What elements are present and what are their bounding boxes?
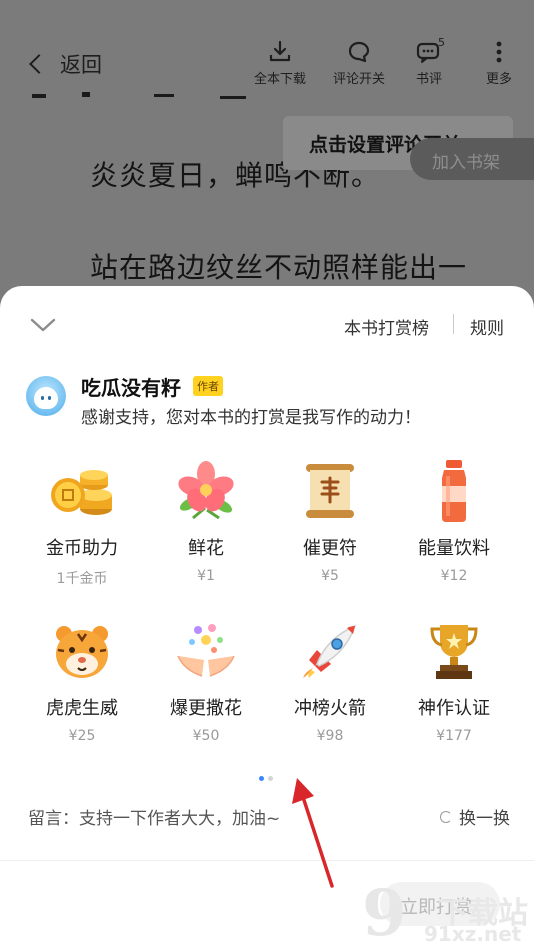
reward-sheet: 本书打赏榜 规则 吃瓜没有籽 作者 感谢支持，您对本书的打赏是我写作的动力！ 金… <box>0 286 534 950</box>
author-card: 吃瓜没有籽 作者 感谢支持，您对本书的打赏是我写作的动力！ <box>26 372 516 432</box>
reader-toolbar: 返回 全本下载 评论开关 5 书评 更多 <box>0 0 534 100</box>
swap-message-button[interactable]: 换一换 <box>440 804 510 829</box>
book-review-icon <box>398 38 460 66</box>
chapter-paragraph: 站在路边纹丝不动照样能出一 <box>90 251 468 284</box>
comment-toggle-button[interactable]: 评论开关 <box>328 38 390 87</box>
book-review-button[interactable]: 5 书评 <box>398 36 460 87</box>
clipped-text-fragment <box>32 92 246 99</box>
gift-name: 催更符 <box>303 538 357 559</box>
gift-tiger[interactable]: 虎虎生威 ¥25 <box>20 616 144 744</box>
back-button[interactable]: 返回 <box>26 48 102 80</box>
gift-energy-drink[interactable]: 能量饮料 ¥12 <box>392 456 516 584</box>
author-message: 感谢支持，您对本书的打赏是我写作的动力！ <box>81 408 421 428</box>
trophy-icon <box>419 616 489 686</box>
watermark-mark: 9 <box>362 876 407 950</box>
gift-price: ¥1 <box>197 568 215 584</box>
flower-icon <box>171 456 241 526</box>
gift-rocket[interactable]: 冲榜火箭 ¥98 <box>268 616 392 744</box>
scroll-talisman-icon <box>295 456 365 526</box>
gift-price: ¥12 <box>440 568 468 584</box>
more-label: 更多 <box>485 72 512 87</box>
book-review-label: 书评 <box>415 72 442 87</box>
chevron-left-icon <box>29 54 49 74</box>
confetti-hands-icon <box>171 616 241 686</box>
comment-toggle-icon <box>328 38 390 66</box>
gold-coins-icon <box>47 456 117 526</box>
gift-name: 虎虎生威 <box>46 698 118 719</box>
comment-toggle-label: 评论开关 <box>332 72 385 87</box>
reward-ranking-link[interactable]: 本书打赏榜 <box>344 314 429 339</box>
gift-flower[interactable]: 鲜花 ¥1 <box>144 456 268 584</box>
gift-name: 金币助力 <box>46 538 118 559</box>
reader-background: 返回 全本下载 评论开关 5 书评 更多 炎炎夏日，蝉鸣不断。 站在路边纹丝不动… <box>0 0 534 300</box>
more-icon <box>468 38 530 66</box>
gift-confetti[interactable]: 爆更撒花 ¥50 <box>144 616 268 744</box>
gift-name: 神作认证 <box>418 698 490 719</box>
page-dot-active <box>259 776 264 781</box>
more-button[interactable]: 更多 <box>468 38 530 87</box>
gift-price: ¥98 <box>316 728 344 744</box>
gift-scroll[interactable]: 催更符 ¥5 <box>268 456 392 584</box>
gift-price: ¥177 <box>436 728 472 744</box>
watermark-domain: 91xz.net <box>424 922 522 946</box>
energy-drink-icon <box>419 456 489 526</box>
rules-link[interactable]: 规则 <box>470 314 504 339</box>
back-label: 返回 <box>60 53 102 77</box>
author-badge: 作者 <box>193 376 223 396</box>
gift-price: ¥25 <box>68 728 96 744</box>
gift-gold-coins[interactable]: 金币助力 1千金币 <box>20 456 144 588</box>
download-icon <box>249 38 311 66</box>
gift-price: ¥50 <box>192 728 220 744</box>
avatar <box>26 376 66 416</box>
gift-price: ¥5 <box>321 568 339 584</box>
chevron-down-icon[interactable] <box>30 316 56 334</box>
page-dot <box>268 776 273 781</box>
gift-price: 1千金币 <box>56 571 108 587</box>
author-name: 吃瓜没有籽 <box>81 376 181 400</box>
gift-name: 能量饮料 <box>418 538 490 559</box>
rocket-icon <box>295 616 365 686</box>
page-indicator <box>259 776 273 781</box>
gift-name: 鲜花 <box>188 538 224 559</box>
download-all-label: 全本下载 <box>253 72 306 87</box>
refresh-icon <box>440 810 452 823</box>
review-count-badge: 5 <box>438 36 445 49</box>
gift-trophy[interactable]: 神作认证 ¥177 <box>392 616 516 744</box>
add-to-shelf-button[interactable]: 加入书架 <box>410 138 534 180</box>
watermark-logo: 9 下载站 91xz.net <box>362 870 534 950</box>
gift-name: 爆更撒花 <box>170 698 242 719</box>
download-all-button[interactable]: 全本下载 <box>249 38 311 87</box>
divider <box>453 314 454 334</box>
divider <box>0 860 534 861</box>
swap-label: 换一换 <box>459 809 510 829</box>
reward-message[interactable]: 留言：支持一下作者大大，加油~ <box>28 804 280 829</box>
tiger-icon <box>47 616 117 686</box>
gift-name: 冲榜火箭 <box>294 698 366 719</box>
